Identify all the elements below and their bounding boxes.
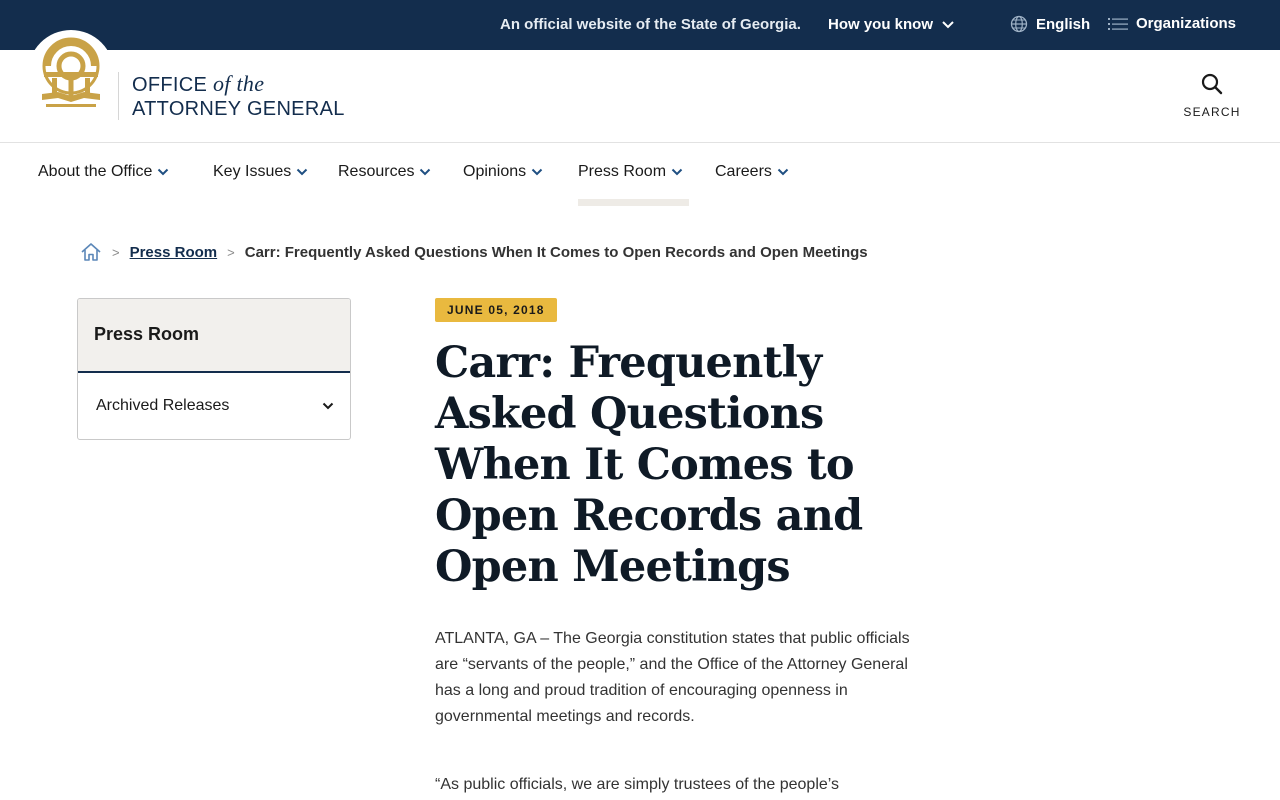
chevron-down-icon xyxy=(322,402,334,410)
organizations-label: Organizations xyxy=(1136,15,1237,32)
article-date-badge: JUNE 05, 2018 xyxy=(435,298,557,322)
official-banner: An official website of the State of Geor… xyxy=(0,0,1280,50)
chevron-down-icon xyxy=(158,168,169,176)
office-title-attorney-general: ATTORNEY GENERAL xyxy=(132,98,345,120)
list-icon xyxy=(1108,17,1128,30)
globe-icon xyxy=(1010,15,1028,33)
article-paragraph: ATLANTA, GA – The Georgia constitution s… xyxy=(435,630,910,725)
sidebar-item-label: Archived Releases xyxy=(96,397,230,414)
language-label: English xyxy=(1036,15,1091,33)
main-navigation: About the Office Key Issues Resources Op… xyxy=(0,143,1280,207)
nav-label: About the Office xyxy=(38,163,153,180)
breadcrumb: > Press Room > Carr: Frequently Asked Qu… xyxy=(80,242,868,262)
office-title-of-the: of the xyxy=(213,71,265,96)
nav-label: Key Issues xyxy=(213,163,292,180)
official-website-text: An official website of the State of Geor… xyxy=(500,16,801,33)
chevron-down-icon xyxy=(420,168,431,176)
logo-divider xyxy=(118,72,119,120)
how-you-know-label: How you know xyxy=(828,16,933,33)
chevron-down-icon xyxy=(671,168,683,176)
article-paragraph: “As public officials, we are simply trus… xyxy=(435,776,840,793)
chevron-down-icon xyxy=(297,168,308,176)
nav-resources[interactable]: Resources xyxy=(338,163,431,181)
nav-key-issues[interactable]: Key Issues xyxy=(213,163,308,181)
how-you-know-button[interactable]: How you know xyxy=(828,16,955,33)
nav-label: Opinions xyxy=(463,163,527,180)
breadcrumb-current: Carr: Frequently Asked Questions When It… xyxy=(244,243,868,261)
nav-opinions[interactable]: Opinions xyxy=(463,163,543,181)
nav-about-the-office[interactable]: About the Office xyxy=(38,163,169,181)
chevron-down-icon xyxy=(531,168,543,176)
nav-label: Careers xyxy=(715,163,772,180)
site-header: OFFICE of the ATTORNEY GENERAL SEARCH xyxy=(0,30,1280,143)
search-button[interactable]: SEARCH xyxy=(1176,72,1248,119)
home-icon[interactable] xyxy=(80,242,102,262)
chevron-down-icon xyxy=(942,20,954,28)
nav-active-indicator xyxy=(578,199,689,206)
breadcrumb-press-room-link[interactable]: Press Room xyxy=(130,244,218,261)
nav-press-room[interactable]: Press Room xyxy=(578,163,683,181)
press-room-sidebar: Press Room Archived Releases xyxy=(77,298,351,440)
office-title-office: OFFICE xyxy=(132,74,208,96)
breadcrumb-separator-icon: > xyxy=(227,244,235,260)
nav-careers[interactable]: Careers xyxy=(715,163,789,181)
language-selector[interactable]: English xyxy=(1010,15,1090,33)
office-title[interactable]: OFFICE of the ATTORNEY GENERAL xyxy=(132,72,345,121)
nav-label: Resources xyxy=(338,163,415,180)
search-icon xyxy=(1201,73,1223,95)
chevron-down-icon xyxy=(777,168,789,176)
nav-label: Press Room xyxy=(578,163,667,180)
sidebar-heading: Press Room xyxy=(78,299,350,373)
organizations-button[interactable]: Organizations xyxy=(1108,15,1236,32)
sidebar-item-archived-releases[interactable]: Archived Releases xyxy=(78,373,350,439)
georgia-seal-logo[interactable] xyxy=(28,30,114,116)
search-label: SEARCH xyxy=(1183,105,1241,119)
article-title: Carr: Frequently Asked Questions When It… xyxy=(435,338,863,592)
seal-icon xyxy=(42,37,100,107)
breadcrumb-separator-icon: > xyxy=(112,244,120,260)
